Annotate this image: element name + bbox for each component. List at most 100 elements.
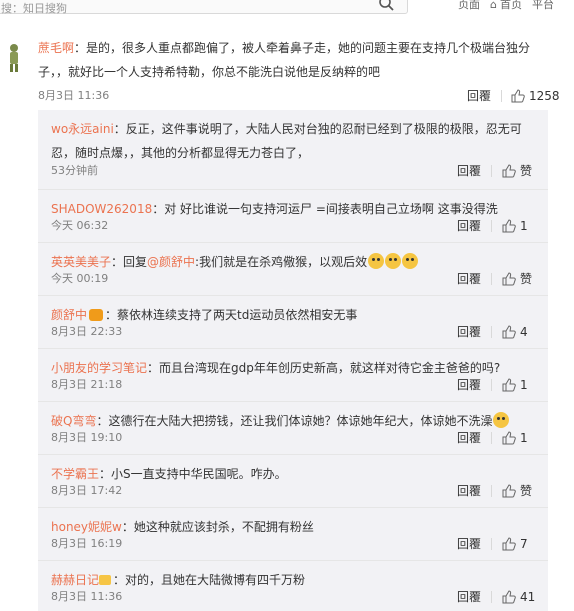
reply-button[interactable]: 回覆 — [457, 216, 481, 236]
reply-footer: 53分钟前 回覆 赞 — [51, 161, 536, 181]
emoji-icon — [402, 253, 419, 269]
top-nav: 页面 ⌂ 首页 平台 — [458, 0, 554, 14]
reply-user[interactable]: 英英美美子 — [51, 255, 111, 269]
search-input[interactable]: 搜：知日搜狗 — [1, 0, 67, 16]
top-nav-item-b[interactable]: ⌂ 首页 — [490, 0, 522, 14]
reply-panel: wo永远aini：反正，这件事说明了，大陆人民对台独的忍耐已经到了极限的极限，忍… — [38, 110, 548, 611]
reply-text: wo永远aini：反正，这件事说明了，大陆人民对台独的忍耐已经到了极限的极限，忍… — [51, 122, 522, 160]
reply-time: 53分钟前 — [51, 164, 98, 177]
thumbs-up-icon — [502, 537, 516, 551]
reply-item: SHADOW262018：对 好比谁说一句支持河运尸 =间接表明自己立场啊 这事… — [38, 189, 548, 242]
emoji-icon — [368, 253, 385, 269]
vip-badge-icon — [89, 309, 104, 321]
reply-time: 8月3日 19:10 — [51, 431, 123, 444]
reply-user[interactable]: wo永远aini — [51, 122, 114, 136]
vip-badge-icon — [99, 575, 112, 585]
top-nav-item-a[interactable]: 页面 — [458, 0, 480, 14]
thumbs-up-icon — [502, 325, 516, 339]
reply-user[interactable]: 破Q弯弯 — [51, 414, 96, 428]
reply-button[interactable]: 回覆 — [457, 161, 481, 181]
reply-item: 颜舒中 ：蔡依林连续支持了两天td运动员依然相安无事 8月3日 22:33 回覆 … — [38, 295, 548, 348]
reply-user[interactable]: 颜舒中 — [51, 308, 87, 322]
home-icon: ⌂ — [490, 0, 497, 11]
divider — [501, 90, 502, 102]
reply-user[interactable]: 不学霸王 — [51, 467, 99, 481]
reply-item: wo永远aini：反正，这件事说明了，大陆人民对台独的忍耐已经到了极限的极限，忍… — [38, 110, 548, 189]
reply-user[interactable]: 小朋友的学习笔记 — [51, 361, 147, 375]
like-count: 1258 — [529, 89, 560, 103]
like-button[interactable]: 赞 — [502, 161, 532, 181]
divider — [491, 165, 492, 177]
reply-footer: 8月3日 17:42 回覆 赞 — [51, 481, 536, 501]
reply-footer: 8月3日 22:33 回覆 4 — [51, 322, 536, 342]
like-label: 赞 — [520, 484, 533, 498]
divider — [491, 379, 492, 391]
reply-button[interactable]: 回覆 — [457, 428, 481, 448]
divider — [491, 538, 492, 550]
reply-button[interactable]: 回覆 — [457, 375, 481, 395]
like-button[interactable]: 1 — [502, 375, 528, 395]
top-nav-item-c[interactable]: 平台 — [532, 0, 554, 14]
like-button[interactable]: 7 — [502, 534, 528, 554]
thumbs-up-icon — [502, 378, 516, 392]
reply-item: 赫赫日记 ：对的，且她在大陆微博有四千万粉 8月3日 11:36 回覆 41 — [38, 560, 548, 611]
like-button[interactable]: 41 — [502, 587, 535, 607]
like-label: 41 — [520, 590, 536, 604]
search-icon[interactable] — [378, 0, 396, 12]
thumbs-up-icon — [502, 590, 516, 604]
reply-button[interactable]: 回覆 — [457, 322, 481, 342]
reply-user[interactable]: honey妮妮w — [51, 520, 122, 534]
thumbs-up-icon — [502, 484, 516, 498]
emoji-icon — [493, 412, 510, 428]
divider — [491, 432, 492, 444]
reply-user[interactable]: SHADOW262018 — [51, 202, 152, 216]
reply-time: 8月3日 21:18 — [51, 378, 123, 391]
like-label: 1 — [520, 431, 528, 445]
reply-time: 8月3日 17:42 — [51, 484, 123, 497]
divider — [491, 220, 492, 232]
avatar[interactable] — [5, 43, 23, 73]
main-comment-footer: 8月3日 11:36 回覆 1258 — [38, 86, 560, 108]
main-comment-content: ：是的，很多人重点都跑偏了，被人牵着鼻子走，她的问题主要在支持几个极端台独分子，… — [38, 41, 531, 79]
like-button[interactable]: 赞 — [502, 481, 532, 501]
thumbs-up-icon — [502, 431, 516, 445]
like-label: 赞 — [520, 272, 533, 286]
divider — [491, 273, 492, 285]
reply-footer: 8月3日 19:10 回覆 1 — [51, 428, 536, 448]
like-button[interactable]: 4 — [502, 322, 528, 342]
reply-user[interactable]: 赫赫日记 — [51, 573, 99, 587]
reply-button[interactable]: 回覆 — [457, 481, 481, 501]
mention-link[interactable]: @颜舒中 — [147, 255, 195, 269]
reply-item: 不学霸王：小S一直支持中华民国呢。咋办。 8月3日 17:42 回覆 赞 — [38, 454, 548, 507]
emoji-icon — [385, 253, 402, 269]
reply-time: 今天 06:32 — [51, 219, 109, 232]
top-bar: 搜：知日搜狗 页面 ⌂ 首页 平台 — [0, 0, 574, 22]
like-button[interactable]: 1 — [502, 428, 528, 448]
reply-time: 8月3日 22:33 — [51, 325, 123, 338]
like-label: 1 — [520, 219, 528, 233]
reply-footer: 今天 06:32 回覆 1 — [51, 216, 536, 236]
reply-footer: 8月3日 11:36 回覆 41 — [51, 587, 536, 607]
search-box[interactable]: 搜：知日搜狗 — [0, 0, 408, 16]
thumbs-up-icon — [502, 164, 516, 178]
reply-item: 小朋友的学习笔记：而且台湾现在gdp年年创历史新高，就这样对待它金主爸爸的吗? … — [38, 348, 548, 401]
like-button[interactable]: 赞 — [502, 269, 532, 289]
like-label: 7 — [520, 537, 528, 551]
main-comment-user[interactable]: 蔗毛啊 — [38, 41, 74, 55]
reply-button[interactable]: 回覆 — [457, 534, 481, 554]
reply-item: honey妮妮w：她这种就应该封杀，不配拥有粉丝 8月3日 16:19 回覆 7 — [38, 507, 548, 560]
like-button[interactable]: 1258 — [511, 86, 560, 106]
like-button[interactable]: 1 — [502, 216, 528, 236]
reply-footer: 8月3日 16:19 回覆 7 — [51, 534, 536, 554]
like-label: 1 — [520, 378, 528, 392]
reply-footer: 8月3日 21:18 回覆 1 — [51, 375, 536, 395]
reply-button[interactable]: 回覆 — [457, 587, 481, 607]
like-label: 赞 — [520, 164, 533, 178]
reply-button[interactable]: 回覆 — [467, 86, 491, 106]
reply-time: 8月3日 11:36 — [51, 590, 123, 603]
thumbs-up-icon — [511, 89, 525, 103]
main-comment-text: 蔗毛啊：是的，很多人重点都跑偏了，被人牵着鼻子走，她的问题主要在支持几个极端台独… — [38, 36, 558, 84]
reply-button[interactable]: 回覆 — [457, 269, 481, 289]
main-comment-time: 8月3日 11:36 — [38, 89, 110, 102]
reply-item: 英英美美子：回复@颜舒中:我们就是在杀鸡儆猴，以观后效 今天 00:19 回覆 … — [38, 242, 548, 295]
